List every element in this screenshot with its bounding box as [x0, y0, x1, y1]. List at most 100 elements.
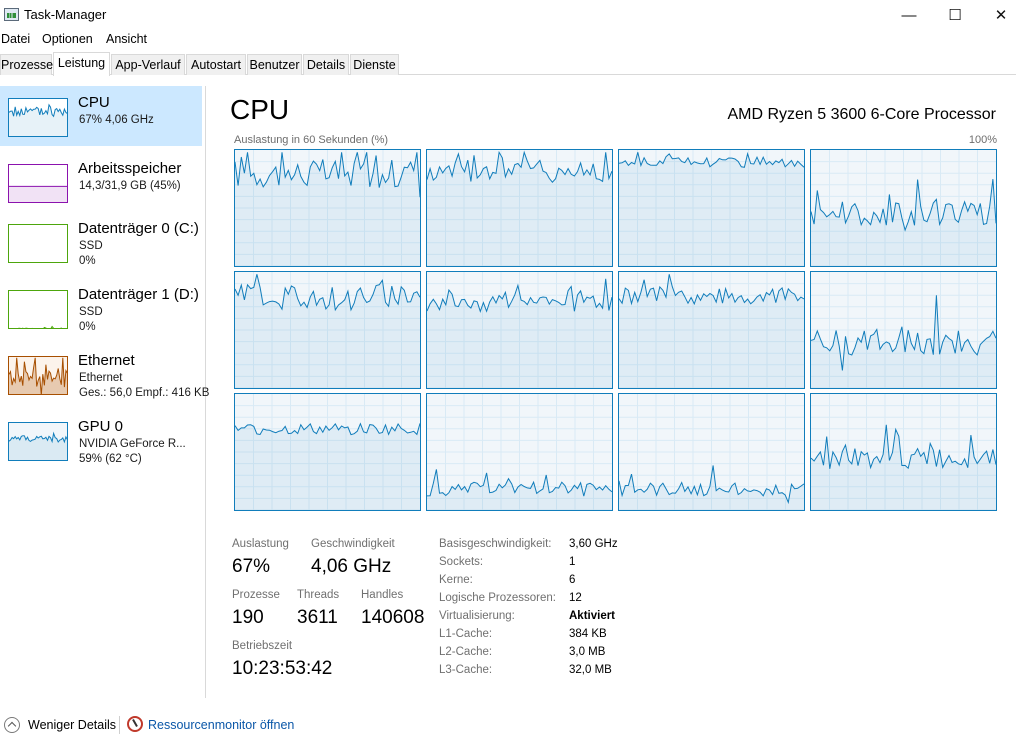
menu-datei[interactable]: Datei	[1, 32, 30, 46]
logical-processor-graph-5	[234, 271, 421, 389]
page-title: CPU	[230, 94, 290, 125]
threads-label: Threads	[297, 589, 340, 601]
cpu-model-name: AMD Ryzen 5 3600 6-Core Processor	[727, 106, 996, 123]
usage-area	[619, 152, 804, 266]
sidebar-item-title: Datenträger 0 (C:)	[78, 220, 199, 237]
sidebar-item-sub: Ges.: 56,0 Empf.: 416 KB	[79, 387, 210, 399]
sidebar-item-memory[interactable]: Arbeitsspeicher 14,3/31,9 GB (45%)	[0, 152, 202, 212]
logical-processor-graph-1	[234, 149, 421, 267]
sidebar-item-sub: SSD	[79, 306, 103, 318]
logical-processor-graph-2	[426, 149, 613, 267]
graph-axis-label: Auslastung in 60 Sekunden (%)	[234, 134, 389, 146]
gpu-thumbnail-graph	[8, 422, 68, 461]
tab-prozesse[interactable]: Prozesse	[0, 54, 53, 75]
prozesse-value: 190	[232, 607, 264, 628]
logical-processor-graph-6	[426, 271, 613, 389]
maximize-button[interactable]: ☐	[932, 0, 978, 30]
sidebar-item-sub: 0%	[79, 255, 96, 267]
threads-value: 3611	[297, 607, 338, 628]
detail-value: 3,0 MB	[569, 646, 606, 658]
footer-divider	[119, 716, 120, 734]
usage-area	[9, 186, 67, 202]
sidebar-item-sub: 59% (62 °C)	[79, 453, 142, 465]
sidebar-item-cpu[interactable]: CPU 67% 4,06 GHz	[0, 86, 202, 146]
sidebar-item-sub: 67% 4,06 GHz	[79, 114, 154, 126]
detail-label: Virtualisierung:	[439, 610, 515, 622]
logical-processor-graph-10	[426, 393, 613, 511]
graph-max-label: 100%	[968, 134, 997, 146]
geschwindigkeit-label: Geschwindigkeit	[311, 538, 395, 550]
usage-area	[427, 152, 612, 266]
detail-value: 6	[569, 574, 576, 586]
detail-label: Basisgeschwindigkeit:	[439, 538, 552, 550]
tab-benutzer[interactable]: Benutzer	[247, 54, 302, 75]
logical-processor-graph-12	[810, 393, 997, 511]
geschwindigkeit-value: 4,06 GHz	[311, 556, 392, 577]
menu-bar: Datei Optionen Ansicht	[0, 30, 1016, 50]
sidebar-item-sub: 0%	[79, 321, 96, 333]
sidebar-item-disk-c[interactable]: Datenträger 0 (C:) SSD 0%	[0, 212, 202, 272]
ethernet-thumbnail-graph	[8, 356, 68, 395]
cpu-detail-panel: CPU AMD Ryzen 5 3600 6-Core Processor Au…	[207, 86, 1016, 698]
betriebszeit-value: 10:23:53:42	[232, 658, 333, 679]
sidebar-item-disk-d[interactable]: Datenträger 1 (D:) SSD 0%	[0, 278, 202, 338]
menu-optionen[interactable]: Optionen	[42, 32, 93, 46]
logical-processor-graphs	[234, 149, 997, 511]
sidebar-item-sub: SSD	[79, 240, 103, 252]
detail-value: 3,60 GHz	[569, 538, 618, 550]
detail-value: 384 KB	[569, 628, 607, 640]
sidebar-item-title: Ethernet	[78, 352, 135, 369]
auslastung-value: 67%	[232, 556, 271, 577]
tab-leistung[interactable]: Leistung	[53, 52, 110, 76]
detail-label: L2-Cache:	[439, 646, 493, 658]
close-button[interactable]: ✕	[978, 0, 1016, 30]
tab-autostart[interactable]: Autostart	[186, 54, 246, 75]
usage-area	[43, 326, 54, 328]
logical-processor-graph-8	[810, 271, 997, 389]
prozesse-label: Prozesse	[232, 589, 280, 601]
logical-processor-graph-3	[618, 149, 805, 267]
detail-label: Kerne:	[439, 574, 473, 586]
tab-dienste[interactable]: Dienste	[350, 54, 399, 75]
detail-value: Aktiviert	[569, 610, 616, 622]
sidebar-item-title: Arbeitsspeicher	[78, 160, 182, 177]
window-title: Task-Manager	[24, 7, 107, 22]
memory-thumbnail-graph	[8, 164, 68, 203]
auslastung-label: Auslastung	[232, 538, 289, 550]
handles-label: Handles	[361, 589, 404, 601]
resource-monitor-icon[interactable]	[127, 716, 143, 732]
fewer-details-link[interactable]: Weniger Details	[28, 718, 116, 732]
detail-value: 1	[569, 556, 576, 568]
sidebar-item-ethernet[interactable]: Ethernet Ethernet Ges.: 56,0 Empf.: 416 …	[0, 344, 209, 404]
logical-processor-graph-9	[234, 393, 421, 511]
detail-label: Logische Prozessoren:	[439, 592, 556, 604]
disk-d-thumbnail-graph	[8, 290, 68, 329]
handles-value: 140608	[361, 607, 425, 628]
sidebar-item-sub: NVIDIA GeForce R...	[79, 438, 186, 450]
detail-label: L1-Cache:	[439, 628, 493, 640]
resource-sidebar: CPU 67% 4,06 GHz Arbeitsspeicher 14,3/31…	[0, 86, 209, 698]
usage-line	[10, 325, 63, 328]
logical-processor-graph-7	[618, 271, 805, 389]
menu-ansicht[interactable]: Ansicht	[106, 32, 147, 46]
sidebar-item-gpu[interactable]: GPU 0 NVIDIA GeForce R... 59% (62 °C)	[0, 410, 202, 470]
detail-label: L3-Cache:	[439, 664, 493, 676]
tab-details[interactable]: Details	[303, 54, 349, 75]
footer-bar: Weniger Details Ressourcenmonitor öffnen	[0, 708, 1016, 746]
sidebar-item-title: Datenträger 1 (D:)	[78, 286, 199, 303]
detail-label: Sockets:	[439, 556, 484, 568]
minimize-button[interactable]: —	[886, 0, 932, 30]
task-manager-icon	[4, 8, 19, 21]
chevron-up-icon[interactable]	[4, 717, 20, 733]
sidebar-item-title: GPU 0	[78, 418, 124, 435]
cpu-thumbnail-graph	[8, 98, 68, 137]
resource-monitor-link[interactable]: Ressourcenmonitor öffnen	[148, 718, 294, 732]
tab-app-verlauf[interactable]: App-Verlauf	[111, 54, 185, 75]
usage-area	[235, 423, 420, 510]
sidebar-item-sub: Ethernet	[79, 372, 123, 384]
detail-value: 12	[569, 592, 582, 604]
detail-value: 32,0 MB	[569, 664, 612, 676]
logical-processor-graph-4	[810, 149, 997, 267]
sidebar-item-title: CPU	[78, 94, 110, 111]
tab-bar: Prozesse Leistung App-Verlauf Autostart …	[0, 52, 1016, 76]
